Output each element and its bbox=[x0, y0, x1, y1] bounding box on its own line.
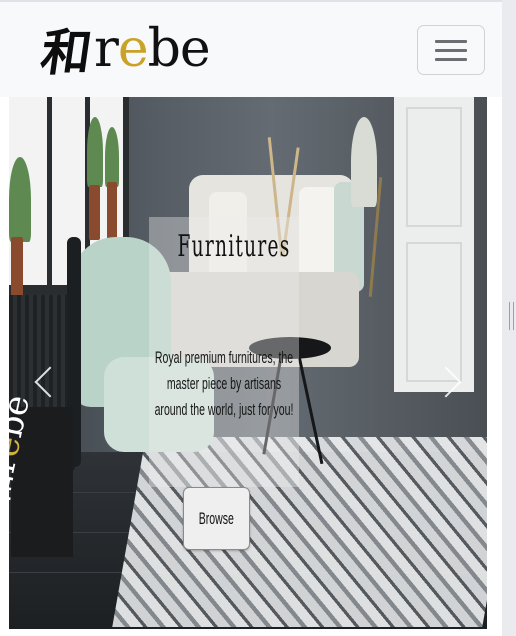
scrollbar-grip[interactable] bbox=[509, 302, 514, 330]
brand-logo[interactable]: 和 rebe bbox=[37, 16, 211, 82]
carousel-caption: Furnitures Royal premium furnitures, the… bbox=[149, 217, 299, 487]
brand-wordmark: rebe bbox=[94, 19, 211, 79]
carousel-prev-button[interactable] bbox=[15, 337, 75, 427]
brand-wordmark-end: be bbox=[147, 19, 211, 79]
hamburger-icon bbox=[435, 40, 467, 43]
navbar-toggler-button[interactable] bbox=[417, 25, 485, 75]
brand-wordmark-r: r bbox=[94, 19, 119, 79]
slide-description: Royal premium furnitures, the master pie… bbox=[154, 348, 294, 419]
hamburger-icon-bar bbox=[435, 58, 467, 61]
slide-title: Furnitures bbox=[177, 229, 291, 264]
brand-wordmark-accent: e bbox=[117, 19, 149, 79]
chevron-left-icon bbox=[34, 366, 66, 398]
hero-carousel: 和rebe Furnitures Royal premium furniture… bbox=[9, 97, 487, 629]
poster-logo: 和rebe bbox=[9, 391, 38, 510]
navbar: 和 rebe bbox=[0, 0, 502, 97]
chevron-right-icon bbox=[430, 366, 462, 398]
carousel-next-button[interactable] bbox=[421, 337, 481, 427]
slide-image-poster: 和rebe bbox=[9, 391, 73, 557]
browse-button[interactable]: Browse bbox=[183, 487, 250, 550]
hamburger-icon-bar bbox=[435, 49, 467, 52]
browse-button-label: Browse bbox=[198, 508, 235, 528]
brand-kanji: 和 bbox=[37, 23, 94, 82]
poster-logo-pre: 和r bbox=[9, 452, 26, 510]
page: 和 rebe 和rebe Furnitures Royal premium fu… bbox=[0, 0, 502, 636]
